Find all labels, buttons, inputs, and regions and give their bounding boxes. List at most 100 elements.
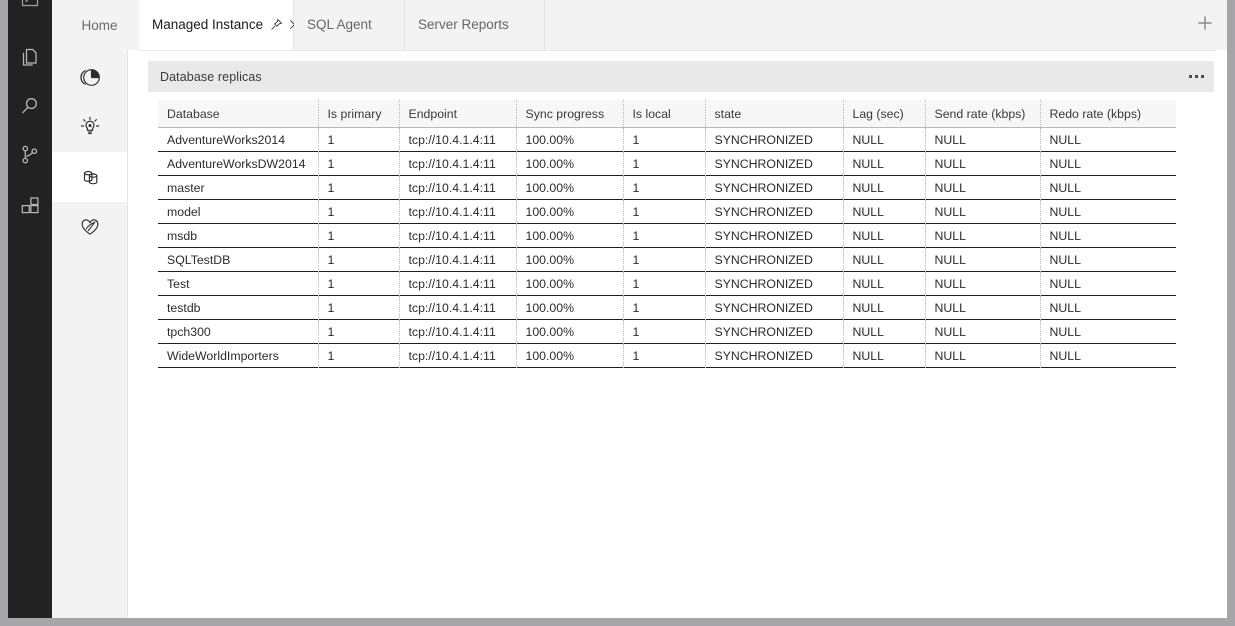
cell-redo-rate: NULL [1040, 152, 1176, 176]
source-control-icon [18, 143, 42, 167]
table-row[interactable]: master 1 tcp://10.4.1.4:11 100.00% 1 SYN… [158, 176, 1176, 200]
activity-bar-item-files[interactable] [8, 34, 52, 82]
cell-is-primary: 1 [318, 224, 399, 248]
cell-lag: NULL [843, 152, 925, 176]
cell-endpoint: tcp://10.4.1.4:11 [399, 248, 516, 272]
sidebar-item-databases[interactable] [52, 152, 128, 202]
cell-sync-progress: 100.00% [516, 128, 623, 153]
sidebar-item-overview[interactable] [52, 52, 128, 102]
column-header-is-local[interactable]: Is local [623, 100, 705, 128]
editor-scrollbar[interactable] [1215, 50, 1227, 618]
cell-state: SYNCHRONIZED [705, 320, 843, 344]
cell-send-rate: NULL [925, 296, 1040, 320]
health-heart-icon [77, 214, 103, 240]
panel-title: Database replicas [148, 70, 262, 84]
cell-endpoint: tcp://10.4.1.4:11 [399, 128, 516, 153]
cell-database: msdb [158, 224, 318, 248]
column-header-send-rate[interactable]: Send rate (kbps) [925, 100, 1040, 128]
activity-bar-item-source-control[interactable] [8, 131, 52, 179]
tab-server-reports[interactable]: Server Reports [405, 0, 545, 50]
cell-is-local: 1 [623, 128, 705, 153]
cell-state: SYNCHRONIZED [705, 248, 843, 272]
column-header-database[interactable]: Database [158, 100, 318, 128]
cell-sync-progress: 100.00% [516, 224, 623, 248]
column-header-is-primary[interactable]: Is primary [318, 100, 399, 128]
table-row[interactable]: AdventureWorks2014 1 tcp://10.4.1.4:11 1… [158, 128, 1176, 153]
cell-is-local: 1 [623, 176, 705, 200]
column-header-lag[interactable]: Lag (sec) [843, 100, 925, 128]
pie-chart-icon [77, 64, 103, 90]
table-body: AdventureWorks2014 1 tcp://10.4.1.4:11 1… [158, 128, 1176, 369]
cell-state: SYNCHRONIZED [705, 176, 843, 200]
tab-managed-instance[interactable]: Managed Instance [139, 0, 294, 50]
activity-bar-item-editor-partial[interactable] [8, 0, 52, 22]
home-label: Home [81, 18, 117, 33]
cell-send-rate: NULL [925, 248, 1040, 272]
extensions-icon [18, 194, 42, 218]
tab-sql-agent[interactable]: SQL Agent [294, 0, 405, 50]
table-row[interactable]: AdventureWorksDW2014 1 tcp://10.4.1.4:11… [158, 152, 1176, 176]
cell-is-local: 1 [623, 224, 705, 248]
cell-send-rate: NULL [925, 224, 1040, 248]
activity-bar [8, 0, 52, 618]
cell-state: SYNCHRONIZED [705, 296, 843, 320]
table-row[interactable]: msdb 1 tcp://10.4.1.4:11 100.00% 1 SYNCH… [158, 224, 1176, 248]
more-dot-icon [1195, 75, 1198, 78]
cell-is-local: 1 [623, 344, 705, 368]
table-row[interactable]: model 1 tcp://10.4.1.4:11 100.00% 1 SYNC… [158, 200, 1176, 224]
database-replicas-panel: Database replicas [148, 61, 1214, 368]
cell-sync-progress: 100.00% [516, 200, 623, 224]
table-row[interactable]: WideWorldImporters 1 tcp://10.4.1.4:11 1… [158, 344, 1176, 368]
cell-redo-rate: NULL [1040, 200, 1176, 224]
activity-bar-item-search[interactable] [8, 82, 52, 130]
panel-more-button[interactable] [1189, 61, 1204, 92]
cell-is-local: 1 [623, 152, 705, 176]
cell-endpoint: tcp://10.4.1.4:11 [399, 200, 516, 224]
cell-sync-progress: 100.00% [516, 176, 623, 200]
column-header-sync-progress[interactable]: Sync progress [516, 100, 623, 128]
cell-redo-rate: NULL [1040, 176, 1176, 200]
cell-is-primary: 1 [318, 176, 399, 200]
cell-endpoint: tcp://10.4.1.4:11 [399, 176, 516, 200]
cell-is-primary: 1 [318, 248, 399, 272]
panel-body: Database Is primary Endpoint Sync progre… [148, 92, 1214, 368]
cell-send-rate: NULL [925, 320, 1040, 344]
application-window: Home Managed Instance [0, 0, 1235, 626]
more-dot-icon [1201, 75, 1204, 78]
cell-lag: NULL [843, 320, 925, 344]
cell-state: SYNCHRONIZED [705, 128, 843, 153]
cell-sync-progress: 100.00% [516, 344, 623, 368]
cell-send-rate: NULL [925, 176, 1040, 200]
table-row[interactable]: Test 1 tcp://10.4.1.4:11 100.00% 1 SYNCH… [158, 272, 1176, 296]
panel-header: Database replicas [148, 61, 1214, 92]
pin-icon[interactable] [270, 18, 283, 31]
add-tab-button[interactable] [1183, 0, 1227, 50]
sidebar-scroll-track[interactable] [127, 0, 128, 618]
cell-database: SQLTestDB [158, 248, 318, 272]
cell-redo-rate: NULL [1040, 272, 1176, 296]
activity-bar-item-extensions[interactable] [8, 182, 52, 230]
cell-redo-rate: NULL [1040, 344, 1176, 368]
cell-redo-rate: NULL [1040, 128, 1176, 153]
home-button[interactable]: Home [60, 0, 139, 50]
cell-endpoint: tcp://10.4.1.4:11 [399, 272, 516, 296]
table-row[interactable]: SQLTestDB 1 tcp://10.4.1.4:11 100.00% 1 … [158, 248, 1176, 272]
table-row[interactable]: testdb 1 tcp://10.4.1.4:11 100.00% 1 SYN… [158, 296, 1176, 320]
cell-is-local: 1 [623, 296, 705, 320]
cell-database: tpch300 [158, 320, 318, 344]
table-row[interactable]: tpch300 1 tcp://10.4.1.4:11 100.00% 1 SY… [158, 320, 1176, 344]
column-header-redo-rate[interactable]: Redo rate (kbps) [1040, 100, 1176, 128]
cell-is-local: 1 [623, 200, 705, 224]
cell-is-primary: 1 [318, 128, 399, 153]
column-header-endpoint[interactable]: Endpoint [399, 100, 516, 128]
column-header-state[interactable]: state [705, 100, 843, 128]
cell-endpoint: tcp://10.4.1.4:11 [399, 344, 516, 368]
lightbulb-insights-icon [77, 114, 103, 140]
cell-endpoint: tcp://10.4.1.4:11 [399, 296, 516, 320]
cell-lag: NULL [843, 128, 925, 153]
files-icon [18, 46, 42, 70]
cell-send-rate: NULL [925, 344, 1040, 368]
sidebar-item-health[interactable] [52, 202, 128, 252]
cell-send-rate: NULL [925, 200, 1040, 224]
sidebar-item-insights[interactable] [52, 102, 128, 152]
